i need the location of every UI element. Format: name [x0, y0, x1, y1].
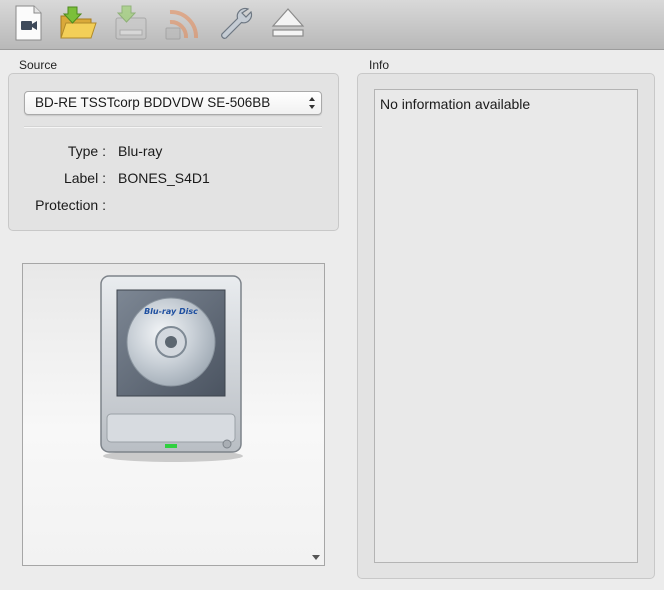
stream-button[interactable] — [163, 3, 203, 43]
toolbar — [0, 0, 664, 50]
eject-icon — [271, 8, 305, 37]
wrench-icon — [221, 7, 253, 39]
source-title: Source — [19, 58, 58, 72]
type-label: Type : — [67, 143, 106, 159]
video-file-icon — [15, 5, 42, 41]
drive-select[interactable]: BD-RE TSSTcorp BDDVDW SE-506BB — [24, 91, 322, 115]
drive-select-value: BD-RE TSSTcorp BDDVDW SE-506BB — [35, 95, 271, 110]
bluray-drive-icon: Blu-ray Disc — [100, 275, 243, 462]
info-text-area[interactable] — [374, 89, 638, 563]
info-message: No information available — [380, 96, 531, 112]
drive-image-well[interactable]: Blu-ray Disc — [22, 263, 325, 566]
disc-logo-text: Blu-ray Disc — [144, 307, 198, 316]
disk-backup-icon — [115, 5, 147, 40]
settings-button[interactable] — [216, 3, 256, 43]
source-separator — [24, 126, 322, 128]
label-label: Label : — [63, 170, 106, 186]
open-video-file-button[interactable] — [8, 3, 48, 43]
type-value: Blu-ray — [118, 143, 163, 159]
protection-label: Protection : — [35, 197, 106, 213]
rss-stream-icon — [165, 9, 199, 40]
image-well-menu-arrow — [312, 555, 320, 560]
eject-button[interactable] — [268, 3, 308, 43]
info-title: Info — [369, 58, 390, 72]
folder-open-icon — [60, 6, 97, 39]
backup-button[interactable] — [110, 3, 150, 43]
open-folder-button[interactable] — [58, 3, 98, 43]
chevron-up-down-icon — [309, 97, 315, 109]
label-value: BONES_S4D1 — [118, 170, 210, 186]
